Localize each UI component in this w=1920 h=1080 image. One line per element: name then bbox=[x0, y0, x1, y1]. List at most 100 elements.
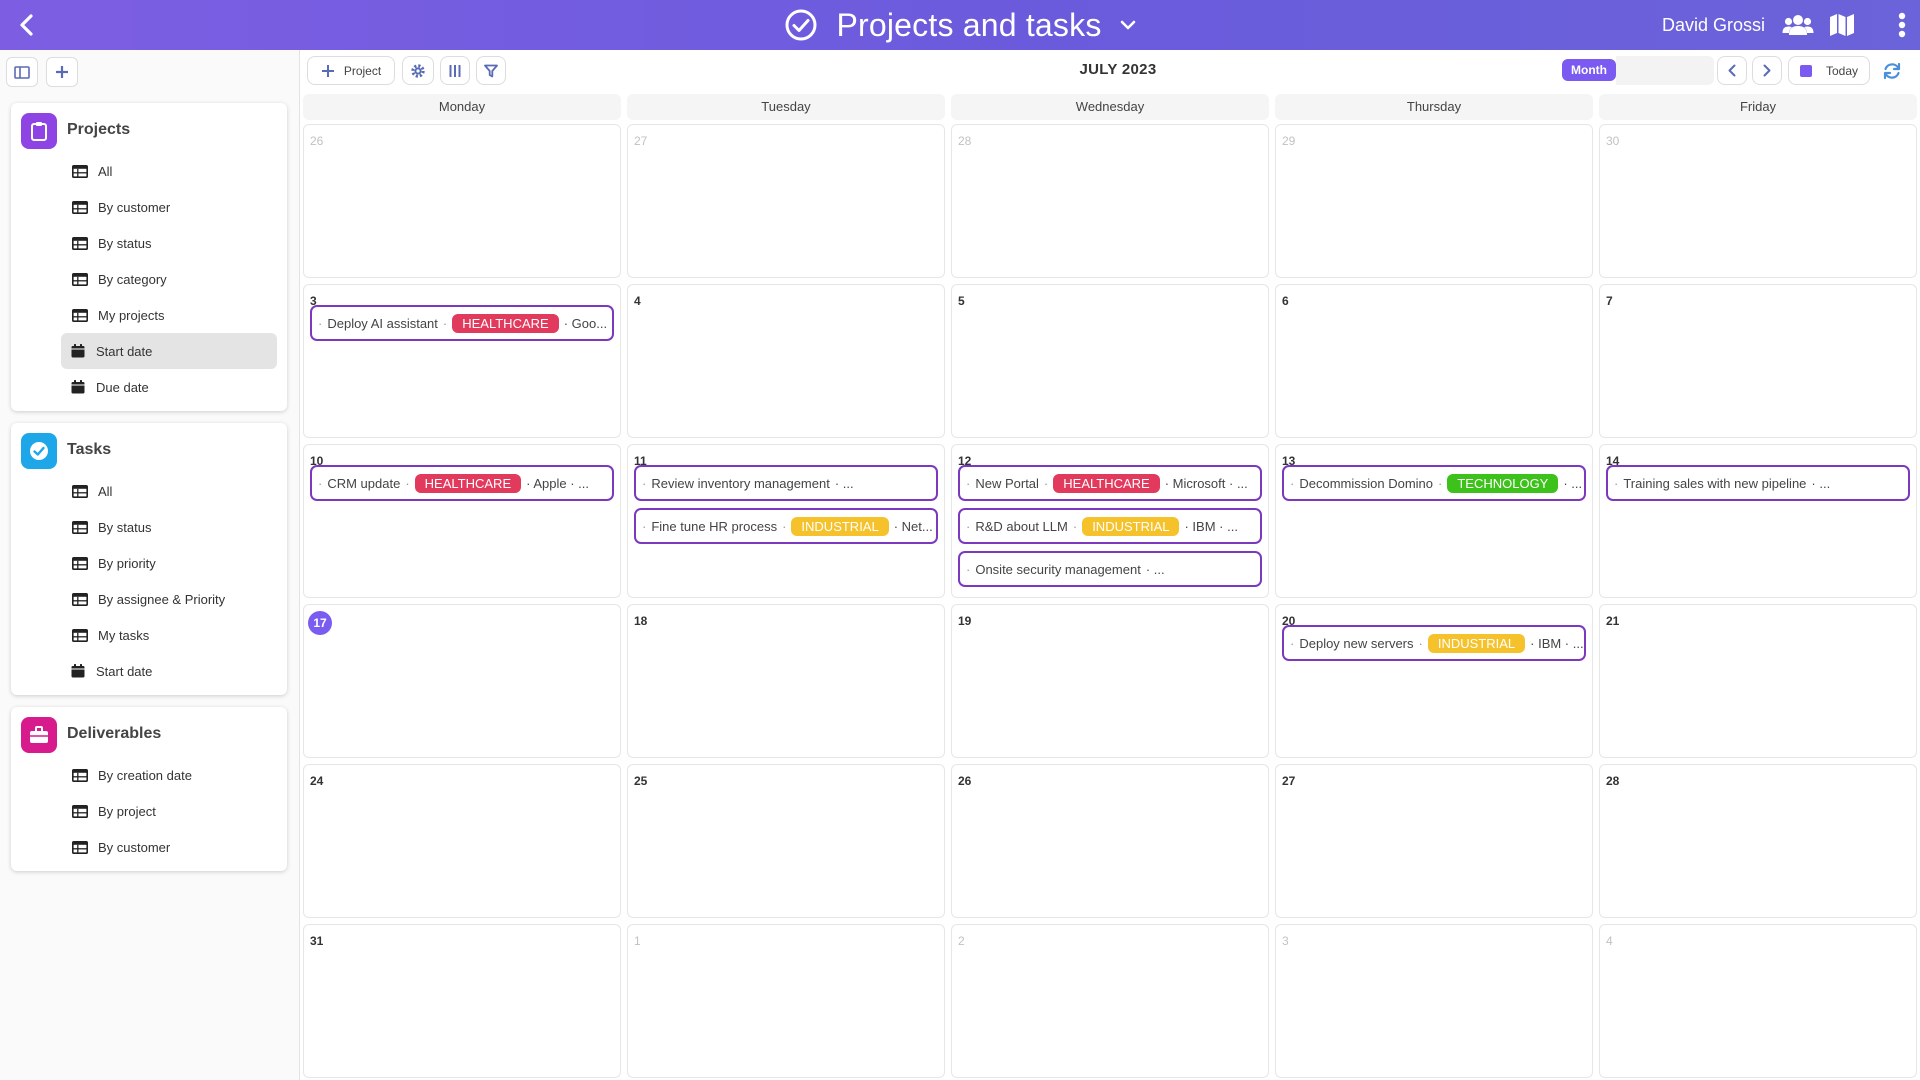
sidebar-item-by-status[interactable]: By status bbox=[61, 225, 277, 261]
sidebar-item-my-projects[interactable]: My projects bbox=[61, 297, 277, 333]
sidebar-item-all[interactable]: All bbox=[61, 153, 277, 189]
calendar-day-cell[interactable]: 3 · Deploy AI assistant · HEALTHCARE · Goo... bbox=[303, 284, 621, 438]
users-button[interactable] bbox=[1782, 10, 1814, 40]
calendar-day-cell[interactable]: 2 bbox=[951, 924, 1269, 1078]
category-tag: INDUSTRIAL bbox=[1427, 633, 1526, 653]
sidebar-item-by-customer[interactable]: By customer bbox=[61, 829, 277, 865]
calendar-day-cell[interactable]: 25 bbox=[627, 764, 945, 918]
previous-month-button[interactable] bbox=[1717, 56, 1747, 85]
day-number: 31 bbox=[310, 934, 324, 948]
user-name[interactable]: David Grossi bbox=[1662, 0, 1765, 50]
calendar-day-cell[interactable]: 24 bbox=[303, 764, 621, 918]
sidebar-item-my-tasks[interactable]: My tasks bbox=[61, 617, 277, 653]
calendar-day-cell[interactable]: 30 bbox=[1599, 124, 1917, 278]
refresh-button[interactable] bbox=[1876, 56, 1908, 85]
calendar-event[interactable]: · Review inventory management · ... bbox=[634, 465, 938, 501]
next-month-button[interactable] bbox=[1752, 56, 1782, 85]
calendar-day-cell[interactable]: 4 bbox=[627, 284, 945, 438]
today-button[interactable]: Today bbox=[1788, 56, 1870, 85]
calendar-day-cell[interactable]: 27 bbox=[627, 124, 945, 278]
calendar-day-cell[interactable]: 6 bbox=[1275, 284, 1593, 438]
calendar-day-cell[interactable]: 3 bbox=[1275, 924, 1593, 1078]
event-details: · IBM · ... bbox=[1184, 518, 1238, 534]
sidebar-item-label: By customer bbox=[98, 199, 171, 215]
today-square-icon bbox=[1799, 64, 1812, 77]
calendar-event[interactable]: · CRM update · HEALTHCARE · Apple · ... bbox=[310, 465, 614, 501]
calendar-event[interactable]: · Deploy new servers · INDUSTRIAL · IBM · ..… bbox=[1282, 625, 1586, 661]
calendar-day-cell[interactable]: 27 bbox=[1275, 764, 1593, 918]
day-number: 26 bbox=[958, 774, 972, 788]
sidebar-item-label: By project bbox=[98, 803, 156, 819]
columns-icon bbox=[449, 64, 461, 77]
calendar-day-cell[interactable]: 18 bbox=[627, 604, 945, 758]
table-icon bbox=[71, 164, 89, 178]
calendar-day-cell[interactable]: 20 · Deploy new servers · INDUSTRIAL · IBM · … bbox=[1275, 604, 1593, 758]
calendar-day-cell[interactable]: 10 · CRM update · HEALTHCARE · Apple · ... bbox=[303, 444, 621, 598]
calendar-day-cell[interactable]: 21 bbox=[1599, 604, 1917, 758]
calendar-day-cell[interactable]: 19 bbox=[951, 604, 1269, 758]
calendar-event[interactable]: · Decommission Domino · TECHNOLOGY · ... bbox=[1282, 465, 1586, 501]
sidebar-item-label: My projects bbox=[98, 307, 165, 323]
toggle-sidebar-button[interactable] bbox=[6, 57, 38, 87]
month-view-button[interactable]: Month bbox=[1562, 59, 1616, 81]
add-project-button[interactable]: Project bbox=[307, 56, 395, 85]
calendar-event[interactable]: · Fine tune HR process · INDUSTRIAL · Net... bbox=[634, 508, 938, 544]
sidebar-item-by-status[interactable]: By status bbox=[61, 509, 277, 545]
day-number: 6 bbox=[1282, 294, 1289, 308]
settings-button[interactable] bbox=[402, 56, 434, 85]
calendar-day-cell[interactable]: 28 bbox=[1599, 764, 1917, 918]
calendar-event[interactable]: · Deploy AI assistant · HEALTHCARE · Goo... bbox=[310, 305, 614, 341]
calendar-event[interactable]: · R&D about LLM · INDUSTRIAL · IBM · ... bbox=[958, 508, 1262, 544]
more-menu-button[interactable] bbox=[1892, 10, 1912, 40]
day-number: 30 bbox=[1606, 134, 1620, 148]
section-header[interactable]: Deliverables bbox=[11, 707, 287, 757]
calendar-event[interactable]: · Training sales with new pipeline · ... bbox=[1606, 465, 1910, 501]
add-view-button[interactable] bbox=[46, 57, 78, 87]
sidebar-item-start-date[interactable]: Start date bbox=[61, 333, 277, 369]
calendar-day-cell[interactable]: 4 bbox=[1599, 924, 1917, 1078]
calendar-day-cell[interactable]: 5 bbox=[951, 284, 1269, 438]
calendar-day-cell[interactable]: 26 bbox=[951, 764, 1269, 918]
sidebar-item-by-customer[interactable]: By customer bbox=[61, 189, 277, 225]
event-name: Decommission Domino bbox=[1299, 475, 1433, 491]
calendar-day-cell[interactable]: 17 bbox=[303, 604, 621, 758]
event-separator: · bbox=[1290, 635, 1295, 651]
sidebar-item-by-assignee-priority[interactable]: By assignee & Priority bbox=[61, 581, 277, 617]
calendar-day-cell[interactable]: 26 bbox=[303, 124, 621, 278]
calendar-event[interactable]: · Onsite security management · ... bbox=[958, 551, 1262, 587]
chevron-down-icon[interactable] bbox=[1120, 19, 1136, 31]
table-icon bbox=[71, 556, 89, 570]
event-separator: · bbox=[1043, 475, 1049, 491]
sidebar-item-all[interactable]: All bbox=[61, 473, 277, 509]
calendar-day-cell[interactable]: 31 bbox=[303, 924, 621, 1078]
sidebar-item-start-date[interactable]: Start date bbox=[61, 653, 277, 689]
view-switcher-track[interactable] bbox=[1616, 56, 1714, 85]
table-icon bbox=[71, 804, 89, 818]
table-icon bbox=[71, 840, 89, 854]
calendar-day-cell[interactable]: 7 bbox=[1599, 284, 1917, 438]
calendar-day-cell[interactable]: 1 bbox=[627, 924, 945, 1078]
calendar-day-cell[interactable]: 12 · New Portal · HEALTHCARE · Microsoft · ..… bbox=[951, 444, 1269, 598]
sidebar-item-by-creation-date[interactable]: By creation date bbox=[61, 757, 277, 793]
filter-button[interactable] bbox=[476, 56, 506, 85]
sidebar-item-by-project[interactable]: By project bbox=[61, 793, 277, 829]
columns-button[interactable] bbox=[440, 56, 470, 85]
sidebar-section-tasks: Tasks All By status By priority By assignee… bbox=[11, 423, 287, 695]
table-icon bbox=[71, 484, 89, 498]
calendar-day-cell[interactable]: 11 · Review inventory management · ... · Fine… bbox=[627, 444, 945, 598]
calendar-day-cell[interactable]: 29 bbox=[1275, 124, 1593, 278]
section-header[interactable]: Tasks bbox=[11, 423, 287, 473]
calendar-event[interactable]: · New Portal · HEALTHCARE · Microsoft · ... bbox=[958, 465, 1262, 501]
back-button[interactable] bbox=[10, 9, 42, 41]
calendar-day-cell[interactable]: 28 bbox=[951, 124, 1269, 278]
sidebar-item-due-date[interactable]: Due date bbox=[61, 369, 277, 405]
map-button[interactable] bbox=[1826, 10, 1858, 40]
calendar-day-cell[interactable]: 13 · Decommission Domino · TECHNOLOGY · ... bbox=[1275, 444, 1593, 598]
sidebar-item-by-priority[interactable]: By priority bbox=[61, 545, 277, 581]
section-header[interactable]: Projects bbox=[11, 103, 287, 153]
day-number: 28 bbox=[1606, 774, 1620, 788]
app-title-area: Projects and tasks bbox=[0, 0, 1920, 50]
calendar-icon bbox=[69, 380, 87, 394]
calendar-day-cell[interactable]: 14 · Training sales with new pipeline · ... bbox=[1599, 444, 1917, 598]
sidebar-item-by-category[interactable]: By category bbox=[61, 261, 277, 297]
